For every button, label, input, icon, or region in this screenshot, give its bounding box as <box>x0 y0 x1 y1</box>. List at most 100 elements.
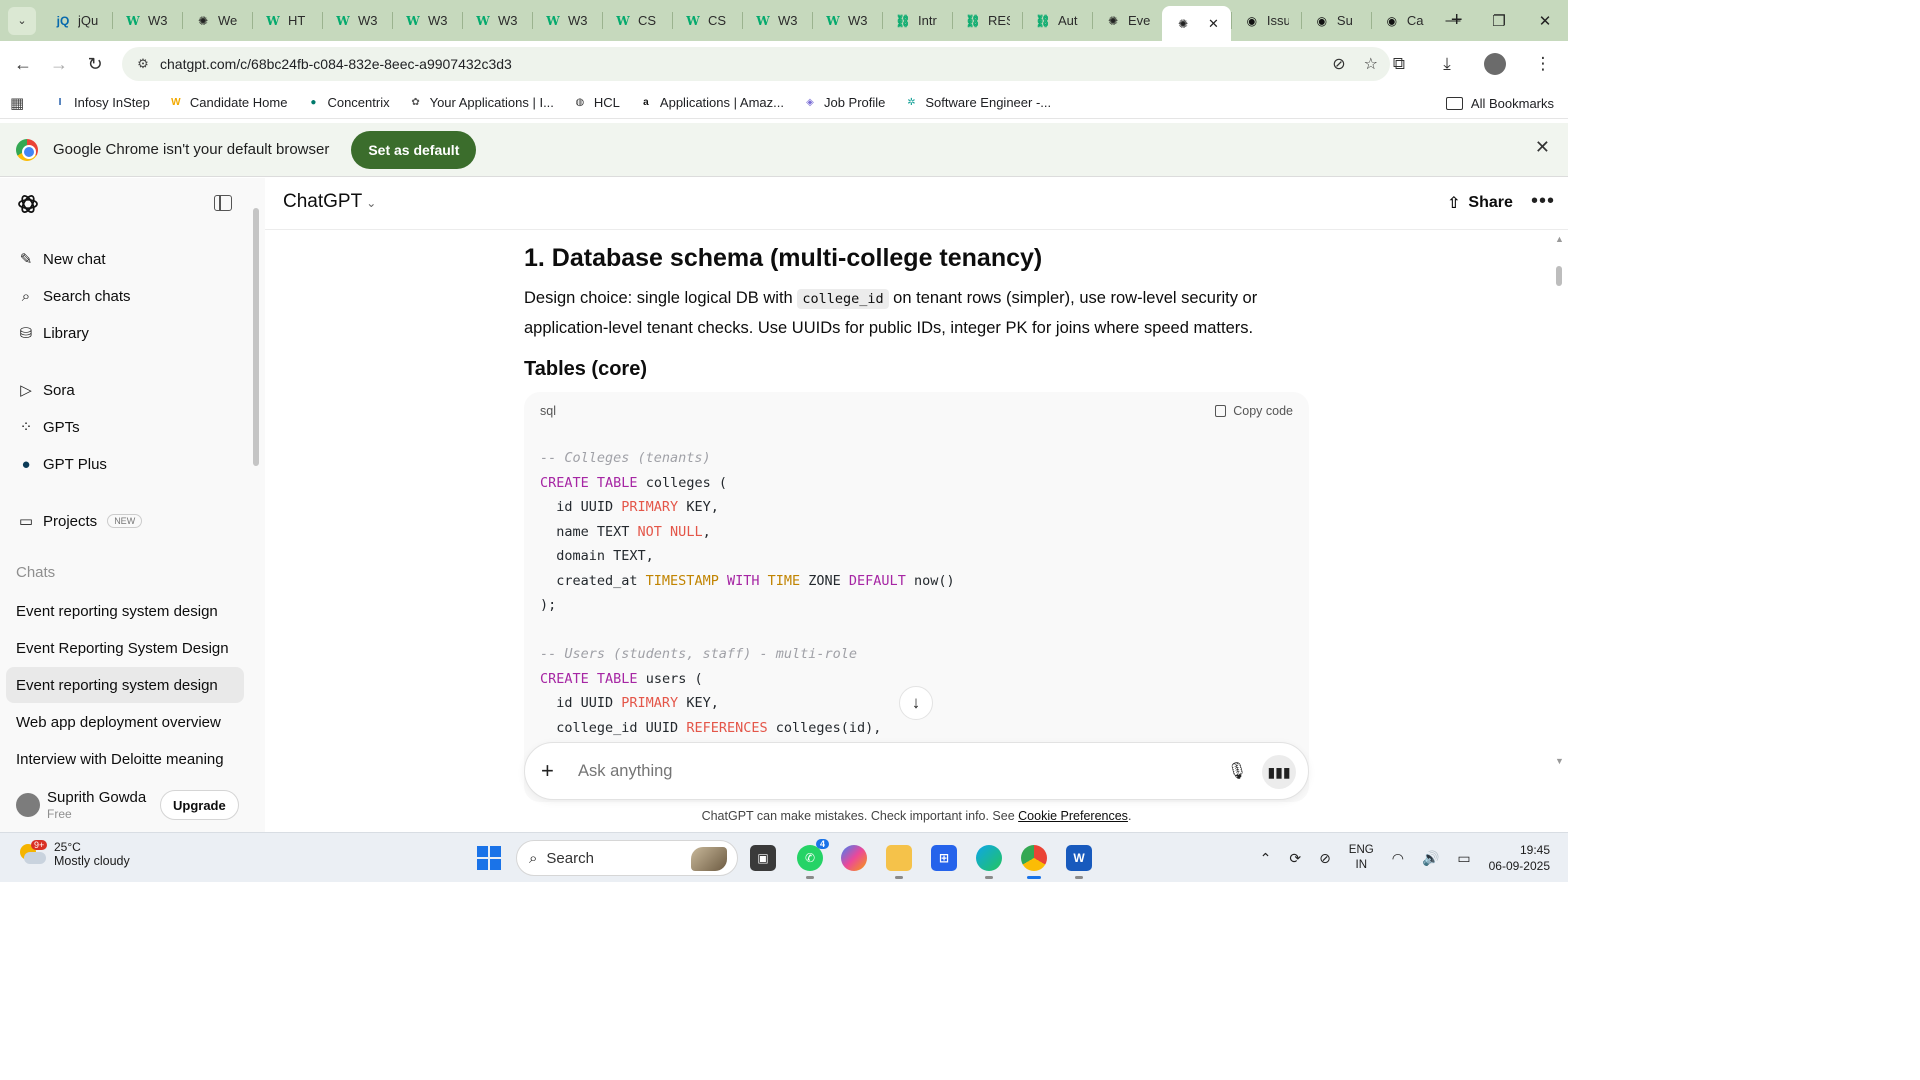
browser-tab[interactable]: W W3 <box>742 0 812 41</box>
avatar[interactable] <box>16 793 40 817</box>
close-icon[interactable]: ✕ <box>1535 137 1550 158</box>
whatsapp-icon[interactable]: ✆ 4 <box>797 839 829 879</box>
prompt-input[interactable] <box>578 762 1178 781</box>
restore-icon[interactable]: ❐ <box>1476 0 1522 41</box>
chat-history-item[interactable]: Event reporting system design <box>6 667 244 703</box>
address-bar[interactable]: ⚙ chatgpt.com/c/68bc24fb-c084-832e-8eec-… <box>122 47 1390 81</box>
clock[interactable]: 19:45 06-09-2025 <box>1489 842 1550 874</box>
profile-avatar[interactable] <box>1478 47 1512 81</box>
upgrade-button[interactable]: Upgrade <box>160 790 239 820</box>
browser-tab[interactable]: W W3 <box>812 0 882 41</box>
battery-icon[interactable]: ▭ <box>1457 850 1470 867</box>
browser-tab[interactable]: ◉ Issu <box>1230 0 1301 41</box>
browser-tab[interactable]: ⛓ RES <box>952 0 1022 41</box>
more-options-icon[interactable]: ••• <box>1531 190 1555 213</box>
back-button[interactable]: ← <box>5 46 41 82</box>
volume-icon[interactable]: 🔊 <box>1422 850 1439 867</box>
sidebar-item-projects[interactable]: ▭ Projects NEW <box>16 506 143 536</box>
tab-search-button[interactable]: ⌄ <box>8 6 36 35</box>
sidebar-item-sora[interactable]: ▷ Sora <box>16 375 74 405</box>
browser-tab[interactable]: W HT <box>252 0 322 41</box>
browser-tab[interactable]: W W3 <box>322 0 392 41</box>
edge-icon[interactable] <box>976 845 1002 879</box>
browser-tab[interactable]: W W3 <box>462 0 532 41</box>
sidebar-item-search-chats[interactable]: ⌕ Search chats <box>16 281 131 311</box>
minimize-icon[interactable]: — <box>1430 0 1476 41</box>
bookmark-item[interactable]: ✲ Software Engineer -... <box>903 95 1051 111</box>
copilot-icon[interactable] <box>841 845 867 871</box>
sidebar-item-gpt-plus[interactable]: ● GPT Plus <box>16 449 106 479</box>
sidebar-item-library[interactable]: ⛁ Library <box>16 318 89 348</box>
task-view-icon[interactable]: ▣ <box>750 845 776 871</box>
share-button[interactable]: ⇧ Share <box>1447 193 1513 213</box>
user-profile[interactable]: Suprith Gowda Free Upgrade <box>0 778 265 832</box>
browser-tab[interactable]: ✺ ✕ <box>1162 6 1231 41</box>
forward-button[interactable]: → <box>41 46 77 82</box>
site-info-icon[interactable]: ⚙ <box>128 56 158 72</box>
menu-icon[interactable]: ⋮ <box>1526 47 1560 81</box>
chatgpt-logo-icon[interactable] <box>16 192 40 216</box>
eye-off-icon[interactable]: ⊘ <box>1319 850 1331 867</box>
browser-tab[interactable]: ◉ Su <box>1300 0 1371 41</box>
browser-tab[interactable]: jQ jQu <box>42 0 112 41</box>
language-indicator[interactable]: ENG IN <box>1349 843 1374 873</box>
voice-mode-button[interactable]: ▮▮▮ <box>1262 755 1296 789</box>
browser-tab[interactable]: W CS <box>602 0 672 41</box>
bookmark-item[interactable]: I Infosy InStep <box>52 95 150 111</box>
download-icon[interactable]: ⤓ <box>1430 47 1464 81</box>
eye-off-icon[interactable]: ⊘ <box>1332 54 1345 74</box>
chat-history-item[interactable]: Web app deployment overview <box>6 704 244 740</box>
reload-button[interactable]: ↻ <box>77 46 113 82</box>
sidebar-item-gpts[interactable]: ⁘ GPTs <box>16 412 80 442</box>
set-as-default-button[interactable]: Set as default <box>351 130 477 169</box>
sidebar-toggle-icon[interactable] <box>214 195 232 211</box>
bookmark-item[interactable]: ◍ HCL <box>572 95 620 111</box>
microphone-icon[interactable]: 🎙 <box>1225 758 1249 784</box>
url-text[interactable]: chatgpt.com/c/68bc24fb-c084-832e-8eec-a9… <box>160 56 512 72</box>
word-icon[interactable]: W <box>1066 845 1092 879</box>
browser-tab[interactable]: ✺ We <box>182 0 252 41</box>
browser-tab[interactable]: ⛓ Intr <box>882 0 952 41</box>
copy-code-button[interactable]: Copy code <box>1215 404 1293 418</box>
bookmark-item[interactable]: ● Concentrix <box>305 95 389 111</box>
chat-history-item[interactable]: Event reporting system design <box>6 593 244 629</box>
scroll-thumb[interactable] <box>1556 266 1562 286</box>
scroll-up-icon[interactable]: ▲ <box>1555 234 1564 244</box>
github-icon: ◉ <box>1316 13 1328 28</box>
file-explorer-icon[interactable] <box>886 845 912 879</box>
close-window-icon[interactable]: ✕ <box>1522 0 1568 41</box>
all-bookmarks-button[interactable]: All Bookmarks <box>1445 87 1554 119</box>
main-scrollbar[interactable]: ▲ ▼ <box>1552 230 1566 770</box>
chrome-taskbar-icon[interactable] <box>1021 845 1047 879</box>
scroll-to-bottom-button[interactable]: ↓ <box>899 686 933 720</box>
browser-tab[interactable]: W W3 <box>532 0 602 41</box>
chat-history-item[interactable]: Interview with Deloitte meaning <box>6 741 244 777</box>
bookmark-item[interactable]: W Candidate Home <box>168 95 287 111</box>
model-selector[interactable]: ChatGPT ⌄ <box>283 191 376 213</box>
apps-grid-icon[interactable]: ▦ <box>10 94 32 112</box>
browser-tab[interactable]: W W3 <box>392 0 462 41</box>
bookmark-star-icon[interactable]: ☆ <box>1364 54 1378 74</box>
extensions-icon[interactable]: ⧉ <box>1382 47 1416 81</box>
wifi-icon[interactable]: ◠ <box>1392 850 1404 867</box>
bookmark-item[interactable]: ◈ Job Profile <box>802 95 885 111</box>
taskbar-search[interactable]: ⌕ Search <box>516 840 738 876</box>
bookmark-item[interactable]: a Applications | Amaz... <box>638 95 784 111</box>
browser-tab[interactable]: ✺ Eve <box>1092 0 1162 41</box>
browser-tab[interactable]: W W3 <box>112 0 182 41</box>
add-attachment-icon[interactable]: + <box>541 758 554 784</box>
scroll-down-icon[interactable]: ▼ <box>1555 756 1564 766</box>
microsoft-store-icon[interactable]: ⊞ <box>931 845 957 871</box>
bookmark-item[interactable]: ✿ Your Applications | I... <box>408 95 554 111</box>
chevron-up-icon[interactable]: ⌃ <box>1260 850 1272 867</box>
close-tab-icon[interactable]: ✕ <box>1208 16 1219 32</box>
browser-tab[interactable]: W CS <box>672 0 742 41</box>
cookie-preferences-link[interactable]: Cookie Preferences <box>1018 809 1128 823</box>
chat-history-item[interactable]: Event Reporting System Design <box>6 630 244 666</box>
sidebar-scrollbar[interactable] <box>252 184 260 824</box>
sidebar-item-new-chat[interactable]: ✎ New chat <box>16 244 106 274</box>
weather-widget[interactable]: 9+ 25°C Mostly cloudy <box>16 840 130 868</box>
browser-tab[interactable]: ⛓ Aut <box>1022 0 1092 41</box>
sync-icon[interactable]: ⟳ <box>1289 850 1301 867</box>
windows-start-icon[interactable] <box>477 846 501 870</box>
